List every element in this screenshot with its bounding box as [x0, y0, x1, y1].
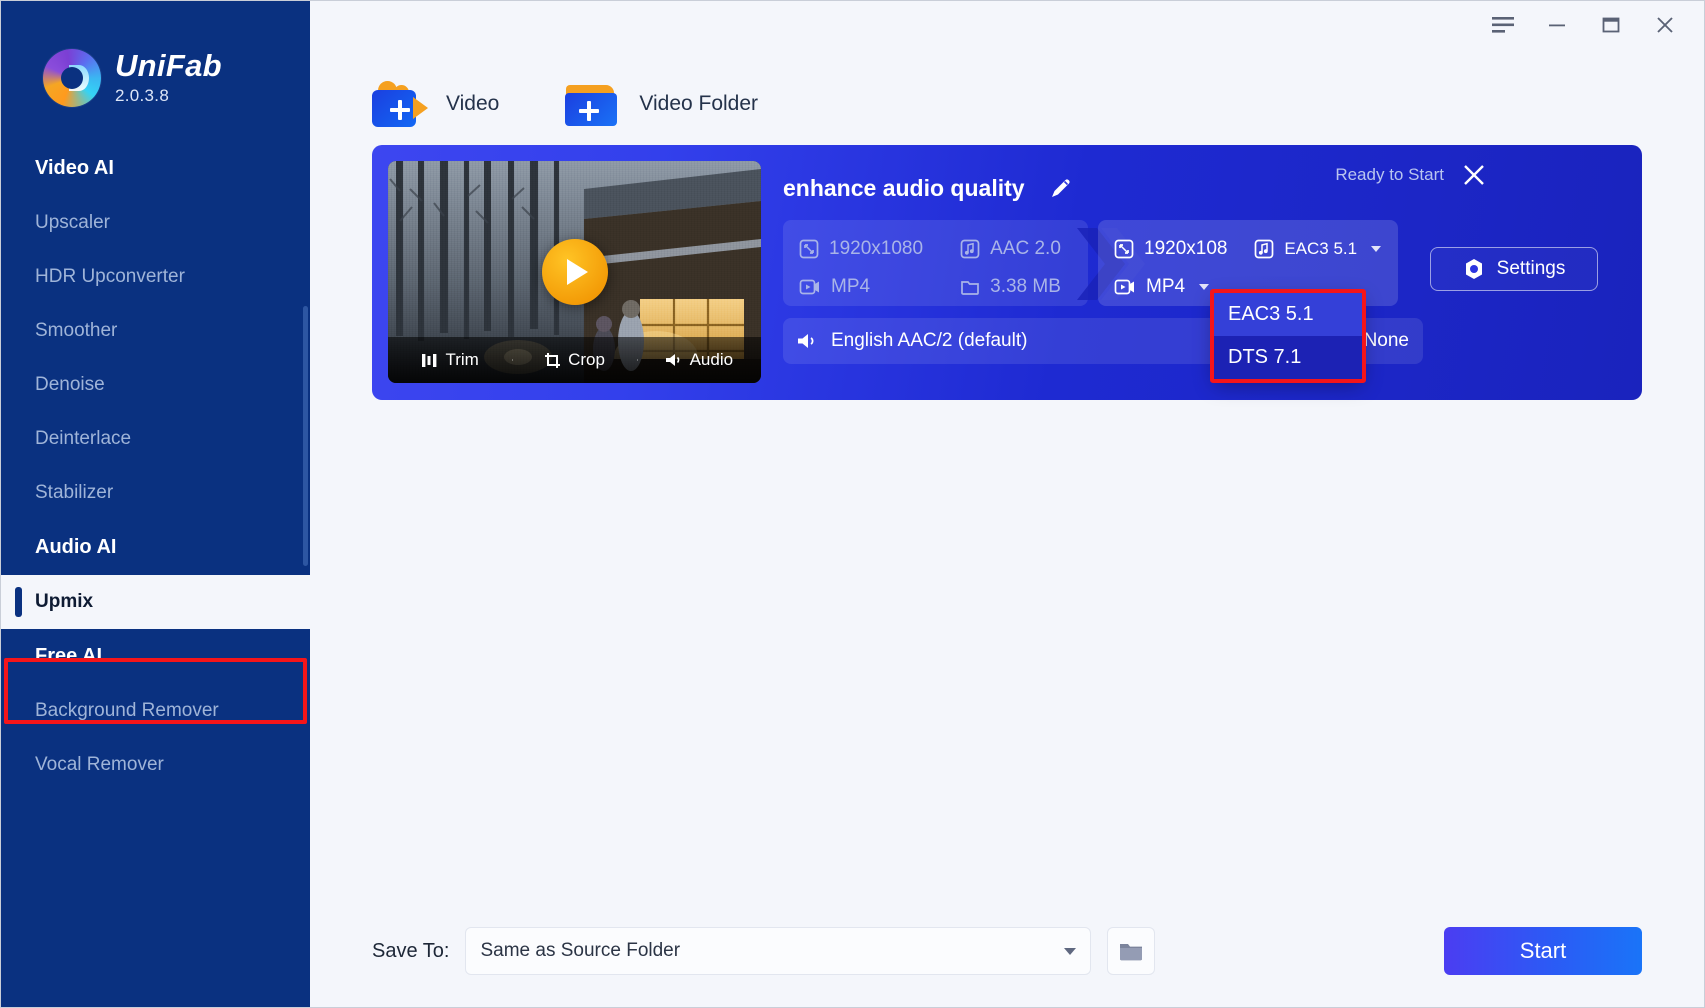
minimize-icon[interactable]	[1534, 5, 1580, 45]
unifab-logo-icon	[43, 49, 101, 107]
sidebar-item-deinterlace[interactable]: Deinterlace	[1, 412, 310, 466]
sidebar-item-hdr-upconverter[interactable]: HDR Upconverter	[1, 250, 310, 304]
source-audio-codec-value: AAC 2.0	[990, 238, 1061, 259]
play-button[interactable]	[541, 239, 608, 305]
video-format-icon	[1114, 279, 1134, 295]
source-resolution: 1920x1080	[799, 238, 934, 260]
sidebar-item-vocal-remover[interactable]: Vocal Remover	[1, 738, 310, 792]
source-format: MP4	[799, 276, 934, 298]
file-size-icon	[961, 281, 979, 295]
sidebar-item-smoother[interactable]: Smoother	[1, 304, 310, 358]
sidebar-scrollbar[interactable]	[303, 306, 308, 566]
task-title: enhance audio quality	[783, 175, 1025, 201]
thumbnail-toolbar: Trim Crop Audio	[388, 337, 761, 383]
bottom-bar: Save To: Same as Source Folder Start	[310, 895, 1704, 1007]
video-format-icon	[799, 279, 819, 295]
sidebar-group-audio-ai: Audio AI	[35, 536, 117, 558]
browse-folder-button[interactable]	[1107, 927, 1156, 975]
source-size: 3.38 MB	[960, 276, 1072, 298]
add-video-folder-button[interactable]: Video Folder	[565, 81, 758, 127]
app-window: UniFab 2.0.3.8 Video AI Upscaler HDR Upc…	[0, 0, 1705, 1008]
target-resolution-value: 1920x108	[1144, 238, 1228, 259]
maximize-icon[interactable]	[1588, 5, 1634, 45]
settings-label: Settings	[1496, 258, 1566, 279]
resolution-icon	[799, 239, 819, 259]
source-format-value: MP4	[831, 276, 871, 297]
target-resolution: 1920x108	[1114, 238, 1228, 260]
main-content: Video Video Folder Trim Crop Audio enhan…	[310, 1, 1704, 1007]
app-name: UniFab	[115, 47, 222, 83]
add-source-bar: Video Video Folder	[310, 49, 1704, 145]
sidebar-item-upscaler[interactable]: Upscaler	[1, 196, 310, 250]
subtitle-track-value: None	[1363, 330, 1409, 351]
crop-icon	[545, 352, 561, 368]
folder-icon	[1120, 944, 1143, 961]
source-specs: 1920x1080 AAC 2.0 MP4 3.38 MB	[783, 220, 1088, 306]
task-info: enhance audio quality Ready to Start 192…	[783, 161, 1626, 384]
chevron-down-icon	[1371, 246, 1382, 252]
close-icon[interactable]	[1642, 5, 1688, 45]
sidebar-item-denoise[interactable]: Denoise	[1, 358, 310, 412]
audio-track-value: English AAC/2 (default)	[831, 330, 1028, 351]
pencil-icon[interactable]	[1047, 176, 1073, 202]
trim-label: Trim	[445, 350, 479, 369]
app-version: 2.0.3.8	[115, 86, 170, 106]
card-close-icon[interactable]	[1460, 161, 1488, 189]
save-to-dropdown[interactable]: Same as Source Folder	[465, 927, 1092, 975]
dropdown-option-eac3[interactable]: EAC3 5.1	[1214, 293, 1362, 336]
audio-label: Audio	[689, 350, 734, 369]
source-size-value: 3.38 MB	[990, 276, 1061, 297]
crop-label: Crop	[568, 350, 605, 369]
video-camera-icon	[372, 81, 430, 127]
source-resolution-value: 1920x1080	[829, 238, 924, 259]
source-audio-codec: AAC 2.0	[960, 238, 1072, 260]
music-note-icon	[1254, 239, 1274, 259]
speaker-icon	[798, 334, 814, 348]
status-badge: Ready to Start	[1335, 165, 1444, 184]
music-note-icon	[960, 239, 980, 259]
sidebar-item-background-remover[interactable]: Background Remover	[1, 684, 310, 738]
title-bar	[310, 1, 1704, 49]
trim-icon	[422, 353, 437, 367]
video-thumbnail[interactable]: Trim Crop Audio	[388, 161, 761, 383]
sidebar: UniFab 2.0.3.8 Video AI Upscaler HDR Upc…	[1, 1, 310, 1007]
sidebar-item-stabilizer[interactable]: Stabilizer	[1, 466, 310, 520]
trim-button[interactable]: Trim	[388, 350, 512, 370]
app-logo: UniFab 2.0.3.8	[1, 1, 310, 107]
target-format-value: MP4	[1146, 276, 1186, 297]
resolution-icon	[1114, 239, 1134, 259]
target-format-dropdown[interactable]: MP4	[1114, 276, 1228, 298]
chevron-down-icon	[1199, 284, 1210, 290]
gear-icon	[1465, 259, 1482, 279]
sidebar-item-upmix[interactable]: Upmix	[1, 575, 310, 629]
sidebar-nav: Video AI Upscaler HDR Upconverter Smooth…	[1, 141, 310, 792]
save-to-label: Save To:	[372, 939, 450, 962]
target-audio-codec-value: EAC3 5.1	[1284, 239, 1358, 258]
hamburger-menu-icon[interactable]	[1480, 5, 1526, 45]
folder-icon	[565, 81, 623, 127]
add-video-folder-label: Video Folder	[639, 92, 759, 115]
start-button[interactable]: Start	[1444, 927, 1642, 975]
speaker-icon	[665, 354, 679, 366]
task-card: Trim Crop Audio enhance audio quality Re…	[372, 145, 1642, 400]
sidebar-group-free-ai: Free AI	[35, 645, 103, 667]
dropdown-option-dts[interactable]: DTS 7.1	[1214, 336, 1362, 379]
crop-button[interactable]: Crop	[512, 350, 636, 370]
target-audio-codec-dropdown[interactable]: EAC3 5.1	[1254, 239, 1382, 259]
add-video-label: Video	[446, 92, 500, 115]
task-card-wrapper: Trim Crop Audio enhance audio quality Re…	[310, 145, 1704, 400]
add-video-button[interactable]: Video	[372, 81, 499, 127]
audio-button[interactable]: Audio	[636, 350, 761, 370]
settings-button[interactable]: Settings	[1430, 247, 1598, 291]
chevron-down-icon	[1064, 947, 1077, 955]
sidebar-group-video-ai: Video AI	[35, 157, 114, 179]
audio-codec-dropdown-menu[interactable]: EAC3 5.1 DTS 7.1	[1214, 293, 1362, 379]
save-to-value: Same as Source Folder	[480, 940, 681, 961]
